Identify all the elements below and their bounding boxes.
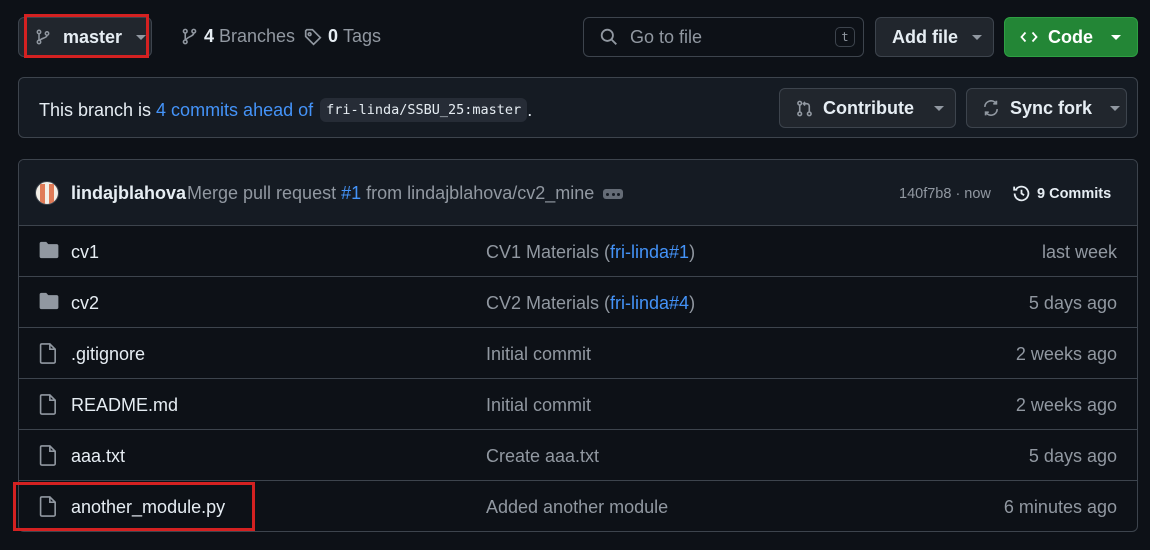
git-pull-request-icon (796, 100, 813, 117)
file-commit-message-text: CV1 Materials ( (486, 242, 611, 262)
commit-message[interactable]: Merge pull request #1 from lindajblahova… (187, 183, 594, 204)
file-row[interactable]: .gitignore Initial commit 2 weeks ago (19, 328, 1137, 379)
add-file-button[interactable]: Add file (875, 17, 994, 57)
file-commit-date: 2 weeks ago (1015, 395, 1117, 415)
file-commit-message-text: CV2 Materials ( (486, 293, 611, 313)
history-icon (1012, 184, 1031, 203)
branch-selector-button[interactable]: master (18, 17, 152, 57)
file-commit-message[interactable]: Initial commit (486, 395, 591, 416)
file-name-link[interactable]: cv2 (71, 293, 99, 314)
file-commit-message[interactable]: CV1 Materials (fri-linda#1) (486, 242, 695, 263)
sync-fork-button[interactable]: Sync fork (966, 88, 1127, 128)
file-commit-message-text: Create aaa.txt (486, 446, 600, 466)
file-name-link[interactable]: aaa.txt (71, 446, 125, 467)
file-commit-message-text: Initial commit (486, 344, 592, 364)
file-commit-issue-ref[interactable]: fri-linda#1 (610, 242, 689, 262)
file-commit-message[interactable]: CV2 Materials (fri-linda#4) (486, 293, 695, 314)
pull-request-link[interactable]: #1 (341, 183, 361, 203)
code-icon (1020, 29, 1038, 45)
file-name-link[interactable]: cv1 (71, 242, 99, 263)
chevron-down-icon (972, 34, 982, 40)
tags-link[interactable]: 0 Tags (304, 26, 381, 47)
ahead-message: This branch is 4 commits ahead of fri-li… (39, 98, 532, 122)
keyboard-shortcut-hint: t (835, 27, 855, 47)
git-branch-icon (35, 29, 51, 45)
commits-count: 9 Commits (1037, 185, 1112, 202)
code-button[interactable]: Code (1004, 17, 1138, 57)
go-to-file-placeholder: Go to file (630, 26, 703, 47)
file-commit-issue-ref[interactable]: fri-linda#4 (610, 293, 689, 313)
commit-sha-time[interactable]: 140f7b8 · now (899, 186, 991, 202)
branch-name: master (63, 26, 123, 47)
file-commit-date: 2 weeks ago (1015, 344, 1117, 364)
file-row[interactable]: cv2 CV2 Materials (fri-linda#4) 5 days ago (19, 277, 1137, 328)
branch-ahead-banner: This branch is 4 commits ahead of fri-li… (18, 77, 1138, 138)
file-commit-message-text: Initial commit (486, 395, 592, 415)
branches-link[interactable]: 4 Branches (181, 26, 295, 47)
commit-message-prefix: Merge pull request (187, 183, 337, 203)
upstream-branch-ref[interactable]: fri-linda/SSBU_25:master (320, 98, 528, 122)
commit-author[interactable]: lindajblahova (71, 183, 186, 204)
chevron-down-icon (1111, 34, 1121, 40)
file-icon (39, 343, 57, 364)
chevron-down-icon (933, 105, 944, 111)
contribute-label: Contribute (823, 97, 914, 118)
file-icon (39, 445, 57, 466)
chevron-down-icon (136, 34, 147, 40)
branches-count: 4 (204, 26, 215, 46)
file-commit-message-suffix: ) (689, 293, 696, 313)
file-browser-table: lindajblahova Merge pull request #1 from… (18, 159, 1138, 532)
file-commit-message-suffix: ) (689, 242, 696, 262)
code-label: Code (1048, 26, 1093, 47)
search-icon (600, 28, 618, 46)
commits-ahead-link[interactable]: 4 commits ahead of (156, 100, 313, 121)
file-commit-message[interactable]: Initial commit (486, 344, 591, 365)
folder-icon (39, 241, 59, 259)
file-name-link[interactable]: another_module.py (71, 497, 225, 518)
ahead-prefix: This branch is (39, 99, 152, 120)
latest-commit-bar: lindajblahova Merge pull request #1 from… (19, 160, 1137, 226)
go-to-file-input[interactable]: Go to file t (583, 17, 864, 57)
file-name-link[interactable]: README.md (71, 395, 178, 416)
avatar[interactable] (35, 181, 59, 205)
file-commit-date: 5 days ago (1028, 293, 1117, 313)
file-icon (39, 496, 57, 517)
sync-icon (982, 99, 1000, 117)
file-name-link[interactable]: .gitignore (71, 344, 145, 365)
tag-icon (304, 28, 322, 46)
file-commit-message[interactable]: Create aaa.txt (486, 446, 599, 467)
add-file-label: Add file (892, 26, 958, 47)
commit-message-suffix: from lindajblahova/cv2_mine (366, 183, 595, 203)
file-commit-date: last week (1041, 242, 1117, 262)
file-row[interactable]: README.md Initial commit 2 weeks ago (19, 379, 1137, 430)
tags-count: 0 (328, 26, 339, 46)
contribute-button[interactable]: Contribute (779, 88, 956, 128)
ellipsis-icon[interactable] (603, 189, 623, 199)
file-icon (39, 394, 57, 415)
file-commit-date: 6 minutes ago (1003, 497, 1117, 517)
folder-icon (39, 292, 59, 310)
branches-label: Branches (219, 26, 296, 46)
file-commit-message-text: Added another module (486, 497, 669, 517)
file-commit-date: 5 days ago (1028, 446, 1117, 466)
file-row[interactable]: another_module.py Added another module 6 m… (19, 481, 1137, 531)
tags-label: Tags (343, 26, 382, 46)
file-row[interactable]: aaa.txt Create aaa.txt 5 days ago (19, 430, 1137, 481)
file-row[interactable]: cv1 CV1 Materials (fri-linda#1) last week (19, 226, 1137, 277)
git-branch-icon (181, 28, 198, 45)
sync-fork-label: Sync fork (1010, 97, 1093, 118)
chevron-down-icon (1110, 105, 1121, 111)
commits-history-link[interactable]: 9 Commits (1012, 184, 1111, 203)
file-commit-message[interactable]: Added another module (486, 497, 668, 518)
ahead-suffix: . (527, 99, 533, 120)
